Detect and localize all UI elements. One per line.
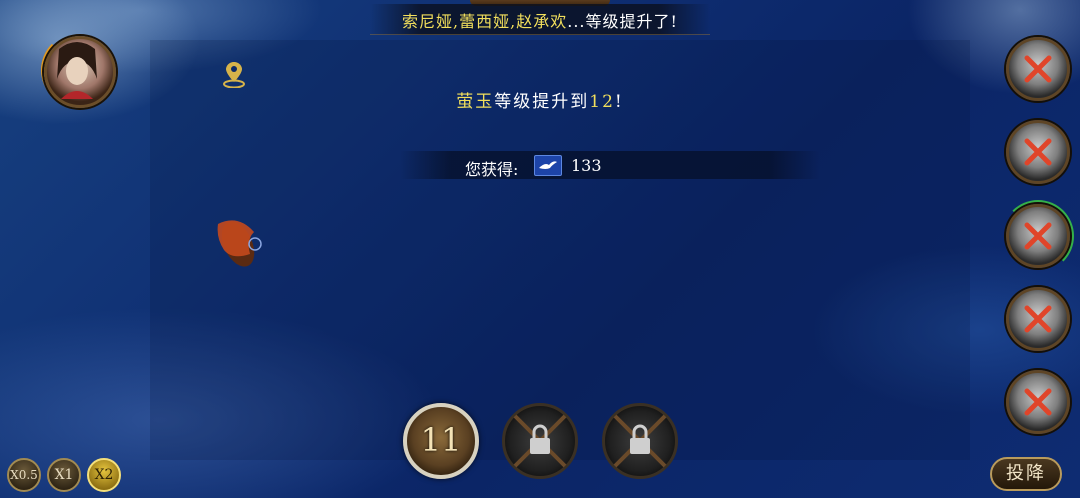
speed-button-1[interactable]: X1 bbox=[47, 458, 81, 492]
defeated-x-icon bbox=[1024, 138, 1052, 166]
level-up-text: 等级提升到 bbox=[494, 92, 590, 112]
skill-button-locked[interactable] bbox=[502, 403, 578, 479]
enemy-avatar[interactable] bbox=[1006, 120, 1070, 184]
top-notification-text: 索尼娅,蕾西娅,赵承欢...等级提升了! bbox=[370, 8, 710, 32]
defeated-x-icon bbox=[1024, 222, 1052, 250]
skill-button-main[interactable]: 11 bbox=[403, 403, 479, 479]
level-up-value: 12 bbox=[589, 92, 615, 112]
leveled-suffix: 等级提升了! bbox=[585, 12, 678, 31]
surrender-button[interactable]: 投降 bbox=[990, 457, 1062, 491]
speed-button-0-5[interactable]: X0.5 bbox=[7, 458, 41, 492]
enemy-avatar[interactable] bbox=[1006, 37, 1070, 101]
lock-icon bbox=[513, 414, 567, 468]
level-up-character: 萤玉 bbox=[456, 92, 495, 112]
reward-bar bbox=[400, 151, 820, 179]
skill-count: 11 bbox=[420, 421, 462, 459]
reward-value: 133 bbox=[571, 156, 602, 175]
enemy-avatar[interactable] bbox=[1006, 204, 1070, 268]
defeated-x-icon bbox=[1024, 55, 1052, 83]
lock-icon bbox=[613, 414, 667, 468]
reward-label: 您获得: bbox=[465, 160, 519, 179]
location-marker-icon[interactable] bbox=[222, 60, 246, 89]
defeated-x-icon bbox=[1024, 388, 1052, 416]
enemy-avatar[interactable] bbox=[1006, 287, 1070, 351]
player-ship[interactable] bbox=[210, 210, 266, 274]
ellipsis: ... bbox=[567, 12, 586, 31]
player-avatar[interactable] bbox=[44, 36, 116, 108]
level-up-end: ! bbox=[614, 92, 624, 112]
defeated-x-icon bbox=[1024, 305, 1052, 333]
level-up-message: 萤玉等级提升到12! bbox=[400, 87, 680, 112]
skill-button-locked[interactable] bbox=[602, 403, 678, 479]
enemy-avatar[interactable] bbox=[1006, 370, 1070, 434]
seabird-icon bbox=[534, 155, 562, 176]
speed-button-2[interactable]: X2 bbox=[87, 458, 121, 492]
leveled-names: 索尼娅,蕾西娅,赵承欢 bbox=[402, 12, 568, 31]
